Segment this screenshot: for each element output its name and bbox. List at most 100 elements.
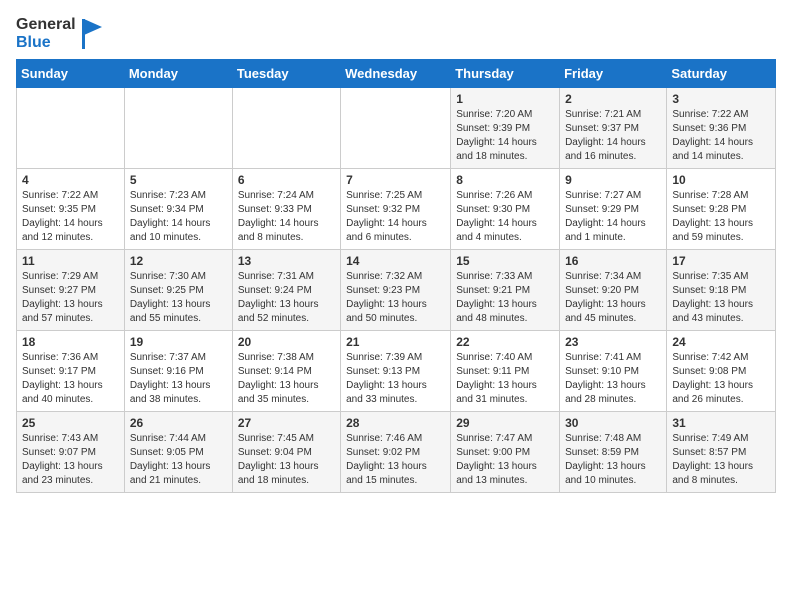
day-info: Sunrise: 7:22 AM Sunset: 9:36 PM Dayligh… [672, 108, 770, 164]
logo: General Blue [16, 16, 102, 51]
day-info: Sunrise: 7:32 AM Sunset: 9:23 PM Dayligh… [346, 270, 445, 326]
day-header-saturday: Saturday [667, 60, 776, 88]
day-number: 8 [456, 173, 554, 187]
day-info: Sunrise: 7:34 AM Sunset: 9:20 PM Dayligh… [565, 270, 661, 326]
day-info: Sunrise: 7:21 AM Sunset: 9:37 PM Dayligh… [565, 108, 661, 164]
day-header-sunday: Sunday [17, 60, 125, 88]
day-number: 26 [130, 416, 227, 430]
logo-flag-icon [80, 19, 102, 49]
day-number: 29 [456, 416, 554, 430]
day-number: 10 [672, 173, 770, 187]
day-info: Sunrise: 7:20 AM Sunset: 9:39 PM Dayligh… [456, 108, 554, 164]
calendar-cell: 29 Sunrise: 7:47 AM Sunset: 9:00 PM Dayli… [451, 412, 560, 493]
day-info: Sunrise: 7:48 AM Sunset: 8:59 PM Dayligh… [565, 432, 661, 488]
day-number: 2 [565, 92, 661, 106]
calendar-cell: 1Sunrise: 7:20 AM Sunset: 9:39 PM Daylig… [451, 88, 560, 169]
calendar-cell: 25 Sunrise: 7:43 AM Sunset: 9:07 PM Dayli… [17, 412, 125, 493]
calendar-cell: 16 Sunrise: 7:34 AM Sunset: 9:20 PM Dayli… [560, 250, 667, 331]
header: General Blue [16, 16, 776, 51]
day-number: 12 [130, 254, 227, 268]
calendar-cell: 20Sunrise: 7:38 AM Sunset: 9:14 PM Dayli… [232, 331, 340, 412]
logo-general: General [16, 16, 76, 34]
calendar-cell: 11 Sunrise: 7:29 AM Sunset: 9:27 PM Dayli… [17, 250, 125, 331]
day-number: 31 [672, 416, 770, 430]
calendar-cell: 7 Sunrise: 7:25 AM Sunset: 9:32 PM Daylig… [341, 169, 451, 250]
day-info: Sunrise: 7:23 AM Sunset: 9:34 PM Dayligh… [130, 189, 227, 245]
calendar-cell: 28 Sunrise: 7:46 AM Sunset: 9:02 PM Dayli… [341, 412, 451, 493]
day-number: 16 [565, 254, 661, 268]
calendar-cell: 2 Sunrise: 7:21 AM Sunset: 9:37 PM Daylig… [560, 88, 667, 169]
day-number: 21 [346, 335, 445, 349]
day-info: Sunrise: 7:46 AM Sunset: 9:02 PM Dayligh… [346, 432, 445, 488]
calendar-cell: 10 Sunrise: 7:28 AM Sunset: 9:28 PM Dayli… [667, 169, 776, 250]
day-info: Sunrise: 7:31 AM Sunset: 9:24 PM Dayligh… [238, 270, 335, 326]
day-info: Sunrise: 7:45 AM Sunset: 9:04 PM Dayligh… [238, 432, 335, 488]
calendar-cell: 5 Sunrise: 7:23 AM Sunset: 9:34 PM Daylig… [124, 169, 232, 250]
day-number: 11 [22, 254, 119, 268]
day-number: 22 [456, 335, 554, 349]
calendar-cell: 14 Sunrise: 7:32 AM Sunset: 9:23 PM Dayli… [341, 250, 451, 331]
day-info: Sunrise: 7:37 AM Sunset: 9:16 PM Dayligh… [130, 351, 227, 407]
day-number: 14 [346, 254, 445, 268]
calendar-cell: 24 Sunrise: 7:42 AM Sunset: 9:08 PM Dayli… [667, 331, 776, 412]
day-number: 9 [565, 173, 661, 187]
day-header-friday: Friday [560, 60, 667, 88]
calendar-cell: 27 Sunrise: 7:45 AM Sunset: 9:04 PM Dayli… [232, 412, 340, 493]
calendar-cell: 30 Sunrise: 7:48 AM Sunset: 8:59 PM Dayli… [560, 412, 667, 493]
calendar-cell: 6Sunrise: 7:24 AM Sunset: 9:33 PM Daylig… [232, 169, 340, 250]
calendar-cell: 4 Sunrise: 7:22 AM Sunset: 9:35 PM Daylig… [17, 169, 125, 250]
calendar-cell [124, 88, 232, 169]
day-info: Sunrise: 7:41 AM Sunset: 9:10 PM Dayligh… [565, 351, 661, 407]
calendar-cell: 23Sunrise: 7:41 AM Sunset: 9:10 PM Dayli… [560, 331, 667, 412]
day-info: Sunrise: 7:38 AM Sunset: 9:14 PM Dayligh… [238, 351, 335, 407]
calendar-cell [17, 88, 125, 169]
calendar-week-5: 25 Sunrise: 7:43 AM Sunset: 9:07 PM Dayli… [17, 412, 776, 493]
day-number: 5 [130, 173, 227, 187]
day-info: Sunrise: 7:22 AM Sunset: 9:35 PM Dayligh… [22, 189, 119, 245]
day-number: 25 [22, 416, 119, 430]
day-info: Sunrise: 7:47 AM Sunset: 9:00 PM Dayligh… [456, 432, 554, 488]
calendar-week-3: 11 Sunrise: 7:29 AM Sunset: 9:27 PM Dayli… [17, 250, 776, 331]
day-info: Sunrise: 7:44 AM Sunset: 9:05 PM Dayligh… [130, 432, 227, 488]
day-number: 15 [456, 254, 554, 268]
day-info: Sunrise: 7:36 AM Sunset: 9:17 PM Dayligh… [22, 351, 119, 407]
calendar-week-4: 18Sunrise: 7:36 AM Sunset: 9:17 PM Dayli… [17, 331, 776, 412]
day-info: Sunrise: 7:28 AM Sunset: 9:28 PM Dayligh… [672, 189, 770, 245]
day-number: 27 [238, 416, 335, 430]
day-info: Sunrise: 7:43 AM Sunset: 9:07 PM Dayligh… [22, 432, 119, 488]
day-info: Sunrise: 7:35 AM Sunset: 9:18 PM Dayligh… [672, 270, 770, 326]
day-number: 13 [238, 254, 335, 268]
day-info: Sunrise: 7:25 AM Sunset: 9:32 PM Dayligh… [346, 189, 445, 245]
day-number: 30 [565, 416, 661, 430]
day-info: Sunrise: 7:33 AM Sunset: 9:21 PM Dayligh… [456, 270, 554, 326]
day-number: 6 [238, 173, 335, 187]
calendar-cell: 22Sunrise: 7:40 AM Sunset: 9:11 PM Dayli… [451, 331, 560, 412]
calendar-cell: 26 Sunrise: 7:44 AM Sunset: 9:05 PM Dayli… [124, 412, 232, 493]
day-info: Sunrise: 7:42 AM Sunset: 9:08 PM Dayligh… [672, 351, 770, 407]
calendar-cell: 3 Sunrise: 7:22 AM Sunset: 9:36 PM Daylig… [667, 88, 776, 169]
logo-blue: Blue [16, 34, 76, 52]
day-info: Sunrise: 7:30 AM Sunset: 9:25 PM Dayligh… [130, 270, 227, 326]
day-header-monday: Monday [124, 60, 232, 88]
day-info: Sunrise: 7:26 AM Sunset: 9:30 PM Dayligh… [456, 189, 554, 245]
calendar-table: SundayMondayTuesdayWednesdayThursdayFrid… [16, 59, 776, 493]
day-number: 19 [130, 335, 227, 349]
calendar-week-2: 4 Sunrise: 7:22 AM Sunset: 9:35 PM Daylig… [17, 169, 776, 250]
calendar-cell: 18Sunrise: 7:36 AM Sunset: 9:17 PM Dayli… [17, 331, 125, 412]
calendar-cell: 19 Sunrise: 7:37 AM Sunset: 9:16 PM Dayli… [124, 331, 232, 412]
day-info: Sunrise: 7:49 AM Sunset: 8:57 PM Dayligh… [672, 432, 770, 488]
calendar-cell: 9Sunrise: 7:27 AM Sunset: 9:29 PM Daylig… [560, 169, 667, 250]
calendar-cell: 8 Sunrise: 7:26 AM Sunset: 9:30 PM Daylig… [451, 169, 560, 250]
day-header-thursday: Thursday [451, 60, 560, 88]
day-number: 28 [346, 416, 445, 430]
day-number: 3 [672, 92, 770, 106]
day-info: Sunrise: 7:29 AM Sunset: 9:27 PM Dayligh… [22, 270, 119, 326]
day-number: 7 [346, 173, 445, 187]
calendar-cell: 21Sunrise: 7:39 AM Sunset: 9:13 PM Dayli… [341, 331, 451, 412]
day-number: 24 [672, 335, 770, 349]
calendar-cell: 31 Sunrise: 7:49 AM Sunset: 8:57 PM Dayli… [667, 412, 776, 493]
day-number: 4 [22, 173, 119, 187]
calendar-cell [341, 88, 451, 169]
calendar-cell: 15 Sunrise: 7:33 AM Sunset: 9:21 PM Dayli… [451, 250, 560, 331]
calendar-cell: 17Sunrise: 7:35 AM Sunset: 9:18 PM Dayli… [667, 250, 776, 331]
